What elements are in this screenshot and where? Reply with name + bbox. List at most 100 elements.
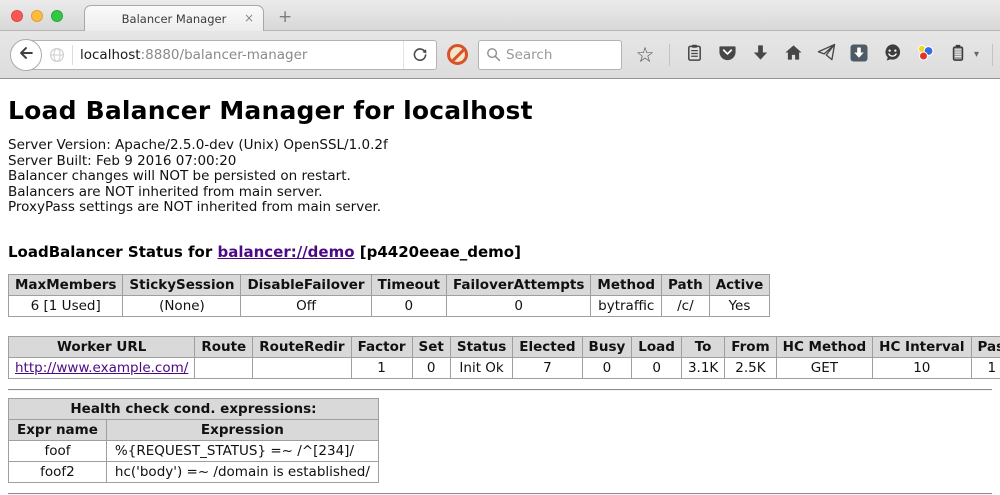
column-header: Path <box>662 274 710 295</box>
server-built-line: Server Built: Feb 9 2016 07:00:20 <box>8 154 992 170</box>
column-header: From <box>725 336 776 357</box>
globe-icon <box>49 47 65 63</box>
reading-list-button[interactable] <box>683 43 705 67</box>
battery-icon <box>949 43 967 66</box>
column-header: Worker URL <box>9 336 195 357</box>
toolbar-divider <box>992 44 993 66</box>
column-header: Active <box>709 274 770 295</box>
balancers-notice-line: Balancers are NOT inherited from main se… <box>8 185 992 201</box>
column-header: Passes <box>971 336 1000 357</box>
column-header: DisableFailover <box>241 274 371 295</box>
battery-extension-button[interactable] <box>947 43 969 67</box>
cell-set: 0 <box>412 357 450 378</box>
cell-method: bytraffic <box>591 295 662 316</box>
cell-expr-name: foof <box>9 440 107 461</box>
column-header: Method <box>591 274 662 295</box>
download-square-icon <box>850 44 868 66</box>
downloads-button[interactable] <box>749 43 771 67</box>
column-header: RouteRedir <box>253 336 351 357</box>
magnifier-icon <box>486 47 501 62</box>
worker-url-link[interactable]: http://www.example.com/ <box>15 360 188 376</box>
column-header: Elected <box>513 336 582 357</box>
search-input[interactable] <box>506 47 606 63</box>
cell-active: Yes <box>709 295 770 316</box>
cell-maxmembers: 6 [1 Used] <box>9 295 123 316</box>
balancer-status-heading: LoadBalancer Status for balancer://demo … <box>8 243 992 261</box>
column-header: Expr name <box>9 419 107 440</box>
table-row: foof %{REQUEST_STATUS} =~ /^[234]/ <box>9 440 379 461</box>
table-header-row: Worker URL Route RouteRedir Factor Set S… <box>9 336 1000 357</box>
section-divider <box>8 389 992 391</box>
search-bar[interactable] <box>478 40 622 70</box>
column-header: Factor <box>351 336 412 357</box>
chat-button[interactable] <box>881 43 903 67</box>
reload-button[interactable] <box>403 41 436 69</box>
send-tab-button[interactable] <box>815 43 837 67</box>
cell-load: 0 <box>632 357 682 378</box>
zoom-window-button[interactable] <box>51 10 63 22</box>
cell-stickysession: (None) <box>123 295 241 316</box>
tab-close-icon[interactable]: × <box>244 12 254 25</box>
tab-balancer-manager[interactable]: Balancer Manager × <box>84 5 264 31</box>
paper-plane-icon <box>817 43 836 66</box>
cell-to: 3.1K <box>681 357 724 378</box>
pocket-button[interactable] <box>716 43 738 67</box>
cell-timeout: 0 <box>371 295 446 316</box>
url-bar[interactable]: localhost:8880/balancer-manager <box>25 40 437 70</box>
column-header: Timeout <box>371 274 446 295</box>
toolbar-buttons: ☆ <box>634 43 1000 67</box>
cell-factor: 1 <box>351 357 412 378</box>
cell-expression: %{REQUEST_STATUS} =~ /^[234]/ <box>106 440 378 461</box>
back-arrow-icon <box>17 44 35 66</box>
dropdown-caret-icon[interactable]: ▾ <box>974 49 979 60</box>
column-header: Route <box>195 336 253 357</box>
address-text: localhost:8880/balancer-manager <box>80 47 403 63</box>
column-header: StickySession <box>123 274 241 295</box>
cell-route <box>195 357 253 378</box>
column-header: HC Interval <box>873 336 971 357</box>
minimize-window-button[interactable] <box>31 10 43 22</box>
column-header: Status <box>450 336 512 357</box>
heading-suffix: [p4420eeae_demo] <box>355 243 521 261</box>
extension-dots-button[interactable] <box>914 43 936 67</box>
cell-routeredir <box>253 357 351 378</box>
table-header-row: Expr name Expression <box>9 419 379 440</box>
server-info: Server Version: Apache/2.5.0-dev (Unix) … <box>8 138 992 216</box>
navigation-toolbar: localhost:8880/balancer-manager ☆ <box>0 31 1000 79</box>
back-button[interactable] <box>10 39 42 71</box>
column-header: Expression <box>106 419 378 440</box>
close-window-button[interactable] <box>11 10 23 22</box>
table-header-row: MaxMembers StickySession DisableFailover… <box>9 274 770 295</box>
cell-status: Init Ok <box>450 357 512 378</box>
health-check-title: Health check cond. expressions: <box>9 398 379 419</box>
bookmark-button[interactable]: ☆ <box>634 43 656 67</box>
titlebar: Balancer Manager × + <box>0 0 1000 31</box>
balancer-demo-link[interactable]: balancer://demo <box>217 243 354 261</box>
cell-busy: 0 <box>582 357 632 378</box>
column-header: Busy <box>582 336 632 357</box>
cell-disablefailover: Off <box>241 295 371 316</box>
server-version-line: Server Version: Apache/2.5.0-dev (Unix) … <box>8 138 992 154</box>
column-header: HC Method <box>776 336 873 357</box>
url-path: :8880/balancer-manager <box>141 47 308 63</box>
content-blocked-icon[interactable] <box>447 44 468 65</box>
persist-notice-line: Balancer changes will NOT be persisted o… <box>8 169 992 185</box>
download-manager-button[interactable] <box>848 43 870 67</box>
cell-hc-interval: 10 <box>873 357 971 378</box>
home-button[interactable] <box>782 43 804 67</box>
clipboard-icon <box>685 43 704 66</box>
table-row: foof2 hc('body') =~ /domain is establish… <box>9 461 379 482</box>
download-arrow-icon <box>751 43 770 66</box>
cell-failoverattempts: 0 <box>447 295 591 316</box>
colored-dots-icon <box>915 43 935 67</box>
balancer-params-table: MaxMembers StickySession DisableFailover… <box>8 274 770 317</box>
health-check-table: Health check cond. expressions: Expr nam… <box>8 398 379 483</box>
home-icon <box>784 43 803 66</box>
chat-smiley-icon <box>883 43 902 66</box>
new-tab-button[interactable]: + <box>278 7 292 27</box>
cell-expr-name: foof2 <box>9 461 107 482</box>
column-header: FailoverAttempts <box>447 274 591 295</box>
worker-table: Worker URL Route RouteRedir Factor Set S… <box>8 336 1000 379</box>
table-row: 6 [1 Used] (None) Off 0 0 bytraffic /c/ … <box>9 295 770 316</box>
column-header: Set <box>412 336 450 357</box>
